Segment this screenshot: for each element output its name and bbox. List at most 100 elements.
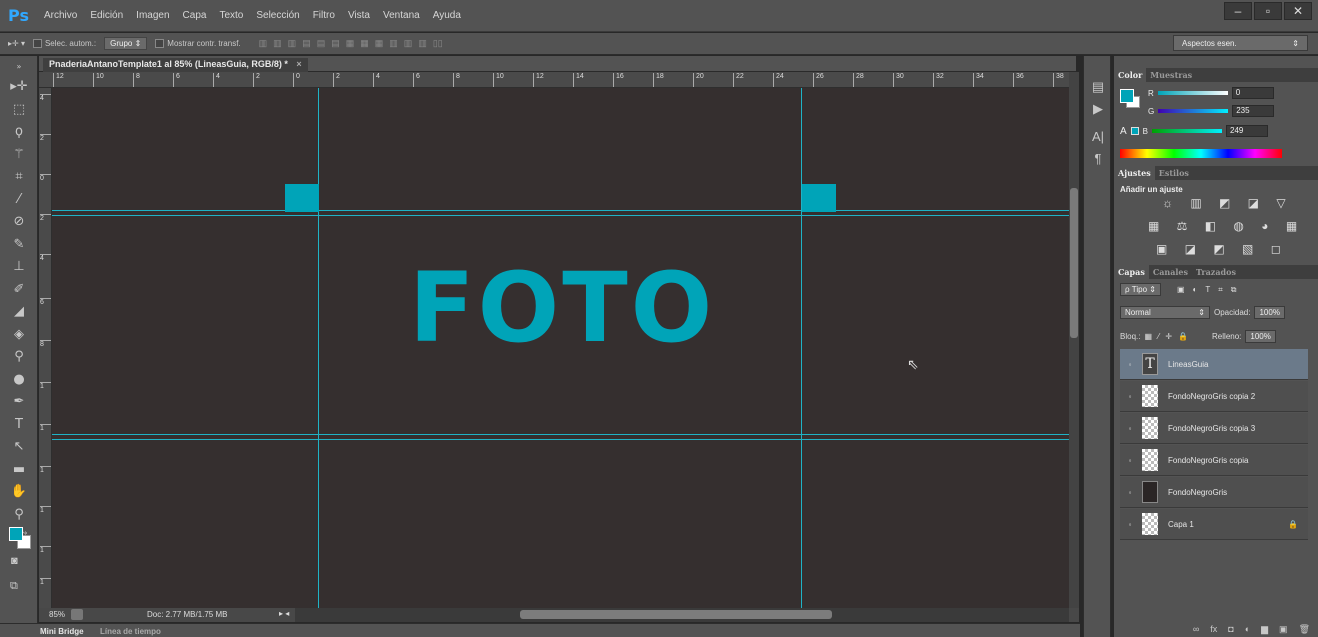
slider-r[interactable]: R 0: [1148, 87, 1274, 99]
distribute-hcenter-icon[interactable]: ▥: [404, 38, 413, 49]
vertical-scrollbar[interactable]: [1069, 72, 1079, 608]
layer-row[interactable]: ◦ FondoNegroGris: [1120, 477, 1308, 508]
trash-icon[interactable]: 🗑: [1299, 624, 1310, 637]
mask-icon[interactable]: ◘: [1228, 624, 1233, 637]
menu-filtro[interactable]: Filtro: [313, 10, 335, 21]
align-left-icon[interactable]: ▤: [302, 38, 311, 49]
eraser-icon[interactable]: ◢: [0, 301, 38, 324]
slider-b[interactable]: A B 249: [1120, 125, 1269, 137]
distribute-top-icon[interactable]: ▦: [346, 38, 355, 49]
collapse-icon[interactable]: »: [0, 56, 38, 76]
color-spectrum-bar[interactable]: [1120, 149, 1282, 158]
blur-icon[interactable]: ⚲: [0, 346, 38, 369]
guide-line[interactable]: [318, 88, 319, 608]
link-layers-icon[interactable]: ∞: [1193, 624, 1199, 637]
document-canvas[interactable]: FOTO ⇖: [52, 88, 1069, 608]
brush-icon[interactable]: ✎: [0, 234, 38, 257]
dodge-icon[interactable]: ●: [0, 369, 38, 392]
eye-icon[interactable]: ◦: [1120, 424, 1140, 433]
distribute-bottom-icon[interactable]: ▦: [375, 38, 384, 49]
distribute-vcenter-icon[interactable]: ▦: [360, 38, 369, 49]
filter-type-icons[interactable]: ▣◐T⌗⧉: [1177, 285, 1245, 295]
lock-icons[interactable]: ▦⁄✛🔒: [1144, 332, 1194, 341]
guide-line[interactable]: [801, 88, 802, 608]
eye-icon[interactable]: ◦: [1120, 456, 1140, 465]
blend-mode-dropdown[interactable]: Normal ⇕: [1120, 306, 1210, 319]
adjustment-icons-row3[interactable]: ▣ ◪ ◩ ▧ ◻: [1156, 242, 1288, 256]
pen-icon[interactable]: ✒: [0, 391, 38, 414]
bucket-icon[interactable]: ◈: [0, 324, 38, 347]
crop-icon[interactable]: ⌗: [0, 166, 38, 189]
zoom-icon[interactable]: ⚲: [0, 504, 38, 527]
slider-track[interactable]: [1152, 129, 1223, 133]
restore-button[interactable]: ▫: [1254, 2, 1282, 20]
slider-track[interactable]: [1157, 91, 1228, 95]
lasso-icon[interactable]: ϙ: [0, 121, 38, 144]
layer-row[interactable]: ◦ FondoNegroGris copia 2: [1120, 381, 1308, 412]
menu-edicion[interactable]: Edición: [90, 10, 123, 21]
menu-vista[interactable]: Vista: [348, 10, 370, 21]
distribute-right-icon[interactable]: ▥: [418, 38, 427, 49]
fx-icon[interactable]: fx: [1210, 624, 1217, 637]
paragraph-icon[interactable]: ¶: [1084, 148, 1112, 170]
eye-icon[interactable]: ◦: [1120, 488, 1140, 497]
opacity-field[interactable]: 100%: [1254, 306, 1285, 319]
type-icon[interactable]: T: [0, 414, 38, 437]
path-select-icon[interactable]: ↖: [0, 436, 38, 459]
tab-close-icon[interactable]: ×: [296, 59, 301, 69]
adjustment-icons-row1[interactable]: ☼ ▥ ◩ ◪ ▽: [1162, 196, 1293, 210]
minimize-button[interactable]: –: [1224, 2, 1252, 20]
adjustment-icons-row2[interactable]: ▦ ⚖ ◧ ◍ ◕ ▦: [1148, 219, 1304, 233]
marquee-icon[interactable]: ⬚: [0, 99, 38, 122]
menu-seleccion[interactable]: Selección: [256, 10, 299, 21]
fill-field[interactable]: 100%: [1245, 330, 1276, 343]
workspace-dropdown[interactable]: Aspectos esen. ⇕: [1173, 35, 1308, 51]
slider-g[interactable]: G 235: [1148, 105, 1275, 117]
eye-icon[interactable]: ◦: [1120, 360, 1140, 369]
history-icon[interactable]: ▤: [1084, 76, 1112, 98]
align-right-icon[interactable]: ▤: [331, 38, 340, 49]
horizontal-scroll-thumb[interactable]: [520, 610, 832, 619]
quick-mask-icon[interactable]: ◙: [11, 555, 18, 567]
zoom-level[interactable]: 85%: [49, 610, 65, 619]
guide-line[interactable]: [52, 434, 1069, 435]
vertical-scroll-thumb[interactable]: [1070, 188, 1078, 338]
guide-line[interactable]: [52, 439, 1069, 440]
history-brush-icon[interactable]: ✐: [0, 279, 38, 302]
status-menu-arrow-icon[interactable]: ▸ ◂: [279, 609, 289, 618]
tab-paths[interactable]: Trazados: [1192, 265, 1240, 279]
slider-track[interactable]: [1158, 109, 1229, 113]
tab-swatches[interactable]: Muestras: [1146, 68, 1196, 82]
menu-ayuda[interactable]: Ayuda: [433, 10, 461, 21]
layer-filter-dropdown[interactable]: ρ Tipo ⇕: [1120, 283, 1161, 296]
eyedropper-icon[interactable]: ⁄: [0, 189, 38, 212]
align-bottom-icon[interactable]: ▥: [288, 38, 297, 49]
eye-icon[interactable]: ◦: [1120, 520, 1140, 529]
eye-icon[interactable]: ◦: [1120, 392, 1140, 401]
auto-select-checkbox[interactable]: Selec. autom.:: [32, 39, 96, 49]
transform-controls-checkbox[interactable]: Mostrar contr. transf.: [155, 39, 241, 49]
layer-row[interactable]: ◦ FondoNegroGris copia: [1120, 445, 1308, 476]
tab-timeline[interactable]: Línea de tiempo: [100, 627, 161, 636]
channel-value[interactable]: 249: [1226, 125, 1269, 137]
tab-styles[interactable]: Estilos: [1155, 166, 1193, 180]
tab-channels[interactable]: Canales: [1149, 265, 1192, 279]
tab-color[interactable]: Color: [1114, 68, 1147, 82]
guide-line[interactable]: [52, 215, 1069, 216]
tab-mini-bridge[interactable]: Mini Bridge: [40, 627, 84, 636]
healing-icon[interactable]: ⊘: [0, 211, 38, 234]
layer-row[interactable]: ◦ Capa 1 🔒: [1120, 509, 1308, 540]
tab-adjustments[interactable]: Ajustes: [1114, 166, 1155, 180]
tab-layers[interactable]: Capas: [1114, 265, 1149, 279]
stamp-icon[interactable]: ⊥: [0, 256, 38, 279]
align-hcenter-icon[interactable]: ▤: [317, 38, 326, 49]
close-button[interactable]: ✕: [1284, 2, 1312, 20]
layer-row[interactable]: ◦ FondoNegroGris copia 3: [1120, 413, 1308, 444]
move-tool-preset-icon[interactable]: ▸✛ ▾: [8, 39, 25, 48]
new-layer-icon[interactable]: ▣: [1279, 624, 1288, 637]
align-top-icon[interactable]: ▥: [259, 38, 268, 49]
menu-ventana[interactable]: Ventana: [383, 10, 420, 21]
menu-texto[interactable]: Texto: [219, 10, 243, 21]
screen-mode-icon[interactable]: ⧉: [10, 580, 18, 593]
hand-icon[interactable]: ✋: [0, 481, 38, 504]
